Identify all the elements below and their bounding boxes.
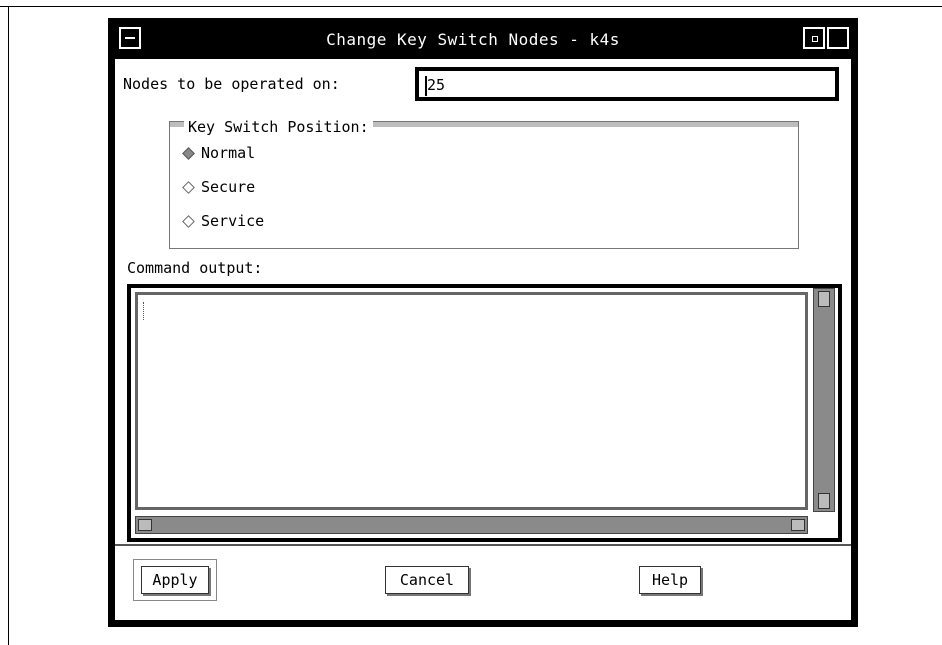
window-menu-icon[interactable] <box>119 27 141 49</box>
radio-unselected-icon <box>182 180 195 194</box>
radio-label: Secure <box>201 178 256 196</box>
scroll-right-arrow-icon[interactable] <box>791 519 805 531</box>
key-switch-position-group: Key Switch Position: Normal Secure Servi… <box>169 118 799 249</box>
command-output-text[interactable] <box>135 292 808 510</box>
window-title: Change Key Switch Nodes - k4s <box>326 30 620 49</box>
scroll-down-arrow-icon[interactable] <box>818 493 830 509</box>
dialog-window: Change Key Switch Nodes - k4s Nodes to b… <box>108 18 858 627</box>
radio-service[interactable]: Service <box>182 212 265 230</box>
cancel-button[interactable]: Cancel <box>385 566 469 594</box>
text-cursor <box>143 302 145 320</box>
radio-selected-icon <box>182 146 195 160</box>
scroll-up-arrow-icon[interactable] <box>818 291 830 307</box>
dialog-body: Nodes to be operated on: Key Switch Posi… <box>115 59 851 620</box>
radio-label: Normal <box>201 144 256 162</box>
page-rule-top <box>0 6 942 7</box>
command-output-label: Command output: <box>127 259 263 277</box>
nodes-input[interactable] <box>425 75 827 95</box>
vertical-scrollbar[interactable] <box>813 288 835 512</box>
title-bar[interactable]: Change Key Switch Nodes - k4s <box>115 23 851 57</box>
nodes-field[interactable] <box>415 67 839 101</box>
nodes-label: Nodes to be operated on: <box>123 75 340 93</box>
help-button[interactable]: Help <box>639 566 701 594</box>
radio-unselected-icon <box>182 214 195 228</box>
command-output-frame <box>127 284 842 542</box>
radio-normal[interactable]: Normal <box>182 144 256 162</box>
minimize-icon[interactable] <box>803 27 825 49</box>
horizontal-scrollbar[interactable] <box>135 516 808 534</box>
group-legend: Key Switch Position: <box>184 118 373 136</box>
button-separator <box>115 544 851 546</box>
radio-label: Service <box>201 212 265 230</box>
apply-button[interactable]: Apply <box>141 566 209 594</box>
radio-secure[interactable]: Secure <box>182 178 256 196</box>
maximize-icon[interactable] <box>827 27 849 49</box>
page-rule-left <box>8 6 9 645</box>
scroll-left-arrow-icon[interactable] <box>138 519 152 531</box>
